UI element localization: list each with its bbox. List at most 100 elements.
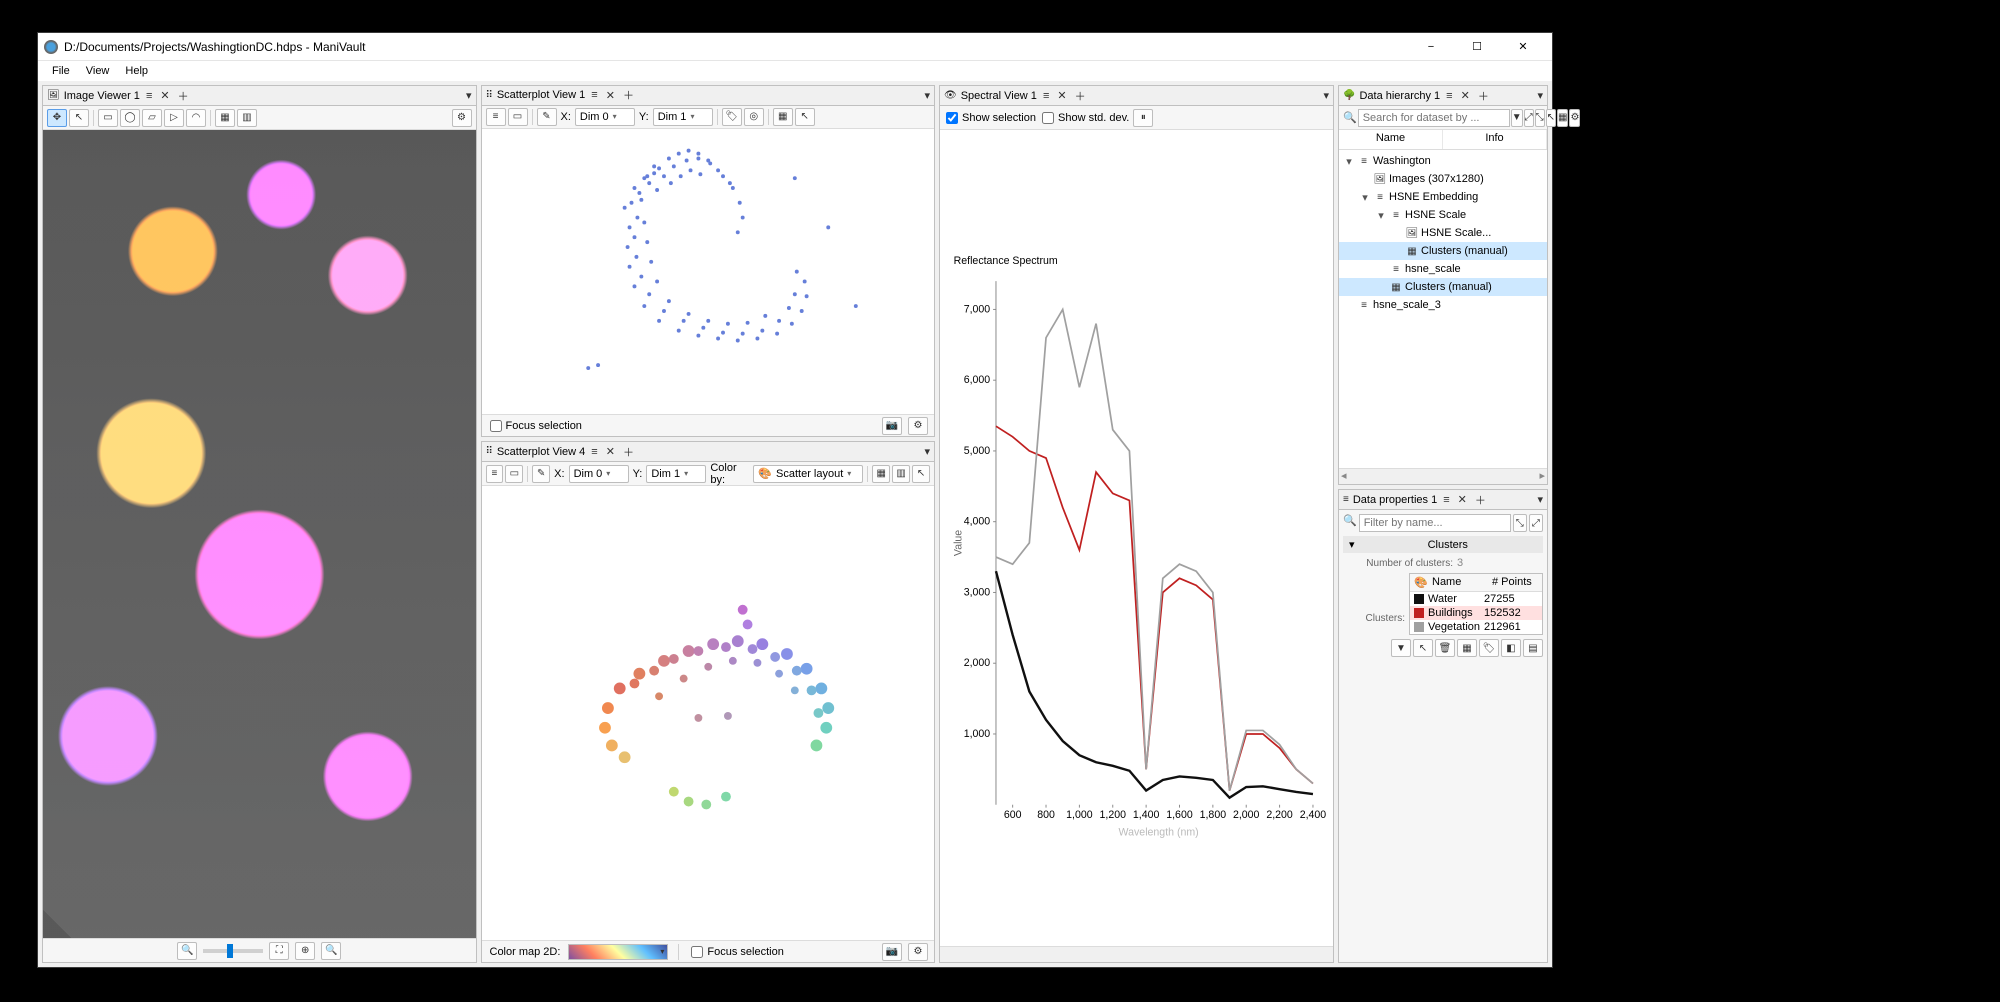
tree-row-hsne[interactable]: ▾≡HSNE Embedding [1339, 188, 1547, 206]
tree-row-hsne-scale[interactable]: ≡hsne_scale [1339, 260, 1547, 278]
image-viewer-close-icon[interactable]: ✕ [158, 89, 171, 102]
collapse-button[interactable]: ⤡ [1535, 109, 1545, 127]
scatter1-dropdown-icon[interactable]: ▾ [924, 89, 930, 102]
cluster-row[interactable]: Buildings152532 [1410, 606, 1542, 620]
expand-button[interactable]: ⤢ [1524, 109, 1534, 127]
play-button[interactable]: ▷ [164, 109, 184, 127]
hierarchy-add-icon[interactable]: ＋ [1476, 88, 1491, 104]
prop-grid-button[interactable]: ▦ [1457, 639, 1477, 657]
s1-grid-button[interactable]: ▦ [773, 108, 793, 126]
spectral-scrollbar[interactable] [940, 946, 1333, 962]
col-name[interactable]: Name [1339, 130, 1443, 149]
prop-arrow-button[interactable]: ↖ [1413, 639, 1433, 657]
cluster-hdr-points[interactable]: # Points [1488, 574, 1542, 591]
s1-tool1[interactable]: ≡ [486, 108, 506, 126]
hierarchy-search-input[interactable] [1358, 109, 1510, 127]
scatter4-add-icon[interactable]: ＋ [621, 444, 636, 460]
scatter4-dropdown-icon[interactable]: ▾ [924, 445, 930, 458]
image-viewer-add-icon[interactable]: ＋ [176, 88, 191, 104]
prop-target-button[interactable]: ▤ [1523, 639, 1543, 657]
col-info[interactable]: Info [1443, 130, 1547, 149]
zoom-slider[interactable] [203, 949, 263, 953]
clusters-section-header[interactable]: ▾Clusters [1343, 536, 1543, 553]
s4-tool1[interactable]: ≡ [486, 465, 504, 483]
zoom-out-button[interactable]: 🔍 [177, 942, 197, 960]
zoom-fit-button[interactable]: ⛶ [269, 942, 289, 960]
s4-focus-checkbox[interactable]: Focus selection [689, 946, 785, 958]
s4-grid1-button[interactable]: ▦ [872, 465, 890, 483]
s4-arrow-button[interactable]: ↖ [912, 465, 930, 483]
prop-tag-button[interactable]: 🏷 [1479, 639, 1499, 657]
close-button[interactable]: ✕ [1500, 33, 1546, 61]
spectral-dropdown-icon[interactable]: ▾ [1323, 89, 1329, 102]
s4-grid2-button[interactable]: ▥ [892, 465, 910, 483]
tree-row-clusters2[interactable]: ▦Clusters (manual) [1339, 278, 1547, 296]
s4-settings-button[interactable]: ⚙ [908, 943, 928, 961]
hierarchy-close-icon[interactable]: ✕ [1459, 89, 1472, 102]
ellipse-select-button[interactable]: ◯ [120, 109, 140, 127]
rect-select-button[interactable]: ▭ [98, 109, 118, 127]
image-viewer-dropdown-icon[interactable]: ▾ [466, 89, 472, 102]
show-selection-checkbox[interactable]: Show selection [944, 112, 1038, 124]
pointer-tool-button[interactable]: ↖ [69, 109, 89, 127]
prop-filter-button[interactable]: ▼ [1391, 639, 1411, 657]
grid-button[interactable]: ▦ [1557, 109, 1568, 127]
menu-help[interactable]: Help [117, 63, 156, 79]
show-std-checkbox[interactable]: Show std. dev. [1040, 112, 1131, 124]
tree-hscroll[interactable]: ◂▸ [1339, 468, 1547, 484]
scatter1-close-icon[interactable]: ✕ [604, 89, 617, 102]
filter-button[interactable]: ▼ [1511, 109, 1523, 127]
s4-tool2[interactable]: ▭ [505, 465, 523, 483]
spectral-add-icon[interactable]: ＋ [1073, 88, 1088, 104]
prop-mark-button[interactable]: ◧ [1501, 639, 1521, 657]
properties-filter-input[interactable] [1359, 514, 1511, 532]
s1-focus-checkbox[interactable]: Focus selection [488, 420, 584, 432]
cluster-hdr-name[interactable]: Name [1428, 574, 1488, 591]
s1-tool2[interactable]: ▭ [508, 108, 528, 126]
s4-y-select[interactable]: Dim 1▾ [646, 465, 706, 483]
tree-row-scale[interactable]: ▾≡HSNE Scale [1339, 206, 1547, 224]
spectral-close-icon[interactable]: ✕ [1055, 89, 1068, 102]
pan-tool-button[interactable]: ✥ [47, 109, 67, 127]
s1-settings-button[interactable]: ⚙ [908, 417, 928, 435]
tree-row-root[interactable]: ▾≡Washington [1339, 152, 1547, 170]
properties-add-icon[interactable]: ＋ [1473, 492, 1488, 508]
maximize-button[interactable]: ☐ [1454, 33, 1500, 61]
menu-view[interactable]: View [78, 63, 118, 79]
s1-circle-button[interactable]: ◎ [744, 108, 764, 126]
image-viewer-canvas[interactable] [43, 130, 476, 938]
hierarchy-menu-icon[interactable]: ≡ [1444, 90, 1454, 102]
settings-button[interactable]: ⚙ [1569, 109, 1580, 127]
hierarchy-dropdown-icon[interactable]: ▾ [1537, 89, 1543, 102]
s1-arrow-button[interactable]: ↖ [795, 108, 815, 126]
s4-brush[interactable]: ✎ [532, 465, 550, 483]
s4-cmap-select[interactable]: ▾ [568, 944, 668, 960]
scatter4-canvas[interactable] [482, 486, 935, 940]
tree-row-scale-img[interactable]: 🖼HSNE Scale... [1339, 224, 1547, 242]
pointer-button[interactable]: ↖ [1546, 109, 1556, 127]
cluster-row[interactable]: Vegetation212961 [1410, 620, 1542, 634]
tree-row-images[interactable]: 🖼Images (307x1280) [1339, 170, 1547, 188]
menu-file[interactable]: File [44, 63, 78, 79]
zoom-plus-button[interactable]: ⊕ [295, 942, 315, 960]
tree-row-clusters1[interactable]: ▦Clusters (manual) [1339, 242, 1547, 260]
properties-close-icon[interactable]: ✕ [1456, 493, 1469, 506]
image-settings-button[interactable]: ⚙ [452, 109, 472, 127]
tree-row-hsne3[interactable]: ≡hsne_scale_3 [1339, 296, 1547, 314]
scatter1-menu-icon[interactable]: ≡ [589, 89, 599, 101]
scatter4-menu-icon[interactable]: ≡ [589, 446, 599, 458]
s1-camera-button[interactable]: 📷 [882, 417, 902, 435]
scatter4-close-icon[interactable]: ✕ [604, 445, 617, 458]
poly-select-button[interactable]: ▱ [142, 109, 162, 127]
filter-expand-button[interactable]: ⤢ [1529, 514, 1543, 532]
s4-colorby-select[interactable]: 🎨Scatter layout▾ [753, 465, 863, 483]
properties-dropdown-icon[interactable]: ▾ [1537, 493, 1543, 506]
image-viewer-menu-icon[interactable]: ≡ [144, 90, 154, 102]
filter-collapse-button[interactable]: ⤡ [1513, 514, 1527, 532]
zoom-reset-button[interactable]: 🔍 [321, 942, 341, 960]
prop-delete-button[interactable]: 🗑 [1435, 639, 1455, 657]
s1-brush[interactable]: ✎ [537, 108, 557, 126]
s4-x-select[interactable]: Dim 0▾ [569, 465, 629, 483]
s4-camera-button[interactable]: 📷 [882, 943, 902, 961]
cluster-row[interactable]: Water27255 [1410, 592, 1542, 606]
